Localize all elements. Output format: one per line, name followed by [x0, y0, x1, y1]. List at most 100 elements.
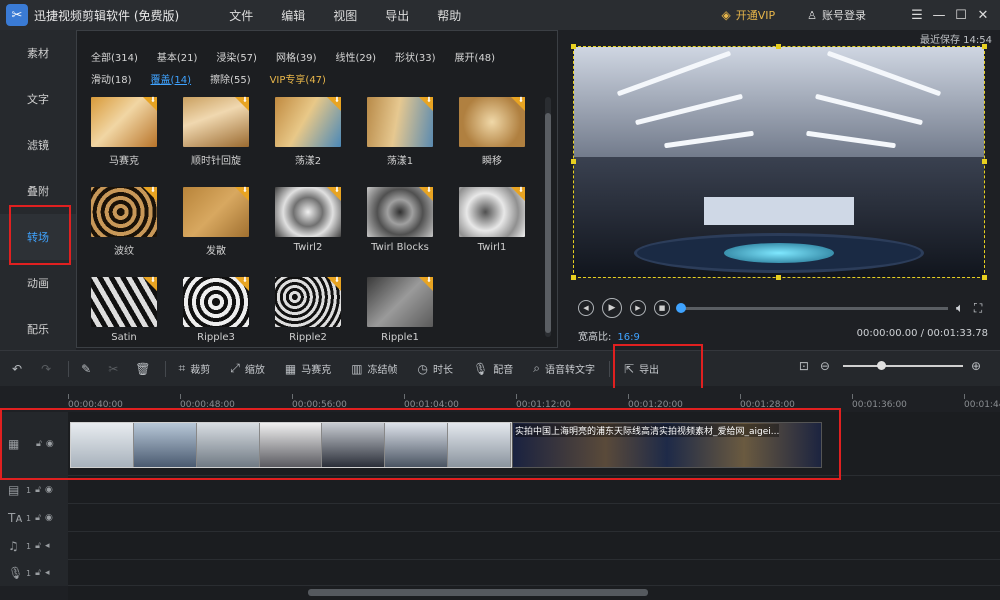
- nav-item-material[interactable]: 素材: [0, 30, 76, 76]
- menu-export[interactable]: 导出: [385, 7, 409, 24]
- zoom-out-icon[interactable]: ⊖: [820, 359, 835, 373]
- app-window: ✂ 迅捷视频剪辑软件 (免费版) 文件 编辑 视图 导出 帮助 ◈ 开通VIP …: [0, 0, 1000, 600]
- category-vip[interactable]: VIP专享(47): [270, 71, 326, 86]
- menu-file[interactable]: 文件: [229, 7, 253, 24]
- speaker-icon[interactable]: ◂: [45, 568, 50, 578]
- category-cover[interactable]: 覆盖(14): [151, 71, 192, 86]
- eye-icon[interactable]: ◉: [45, 485, 53, 495]
- playback-progress[interactable]: [676, 302, 948, 313]
- next-frame-icon[interactable]: ▶: [630, 300, 646, 316]
- tile-satin[interactable]: ⬇ Satin: [89, 276, 159, 355]
- speech-to-text-button[interactable]: ⌕ 语音转文字: [533, 361, 595, 376]
- text-track[interactable]: [68, 504, 1000, 532]
- menu-edit[interactable]: 编辑: [281, 7, 305, 24]
- category-shape[interactable]: 形状(33): [395, 49, 436, 64]
- login-button[interactable]: ♙ 账号登录: [807, 7, 866, 23]
- cut-icon[interactable]: ✂: [108, 362, 123, 376]
- timeline-scroll-thumb[interactable]: [308, 589, 648, 596]
- zoom-slider-knob[interactable]: [876, 361, 886, 370]
- tile-diverge[interactable]: ⬇ 发散: [181, 186, 251, 265]
- tile-ripple2[interactable]: ⬇ Ripple2: [273, 276, 343, 355]
- lock-icon[interactable]: 🔓︎: [35, 485, 41, 495]
- tile-twirl1[interactable]: ⬇ Twirl1: [457, 186, 527, 265]
- tile-ripple2-cn[interactable]: ⬇ 荡漾2: [273, 96, 343, 175]
- mosaic-button[interactable]: ▦ 马赛克: [285, 361, 331, 377]
- pip-track[interactable]: [68, 476, 1000, 504]
- category-grid[interactable]: 网格(39): [276, 49, 317, 64]
- cat-photo-icon: ⬇: [367, 96, 433, 147]
- menu-help[interactable]: 帮助: [437, 7, 461, 24]
- fit-icon[interactable]: ⊡: [799, 359, 814, 373]
- close-icon[interactable]: ✕: [972, 8, 994, 23]
- category-wipe[interactable]: 擦除(55): [210, 71, 251, 86]
- satin-pattern-icon: ⬇: [91, 276, 157, 327]
- zoom-in-icon[interactable]: ⊕: [971, 359, 986, 373]
- nav-item-music[interactable]: 配乐: [0, 306, 76, 352]
- play-icon[interactable]: ▶: [602, 298, 622, 318]
- category-basic[interactable]: 基本(21): [157, 49, 198, 64]
- music-track-header: ♫ 1 🔓︎ ◂: [0, 532, 68, 560]
- lock-icon[interactable]: 🔓︎: [35, 513, 41, 523]
- category-linear[interactable]: 线性(29): [335, 49, 376, 64]
- transition-scrollbar[interactable]: [545, 97, 551, 337]
- tile-twirl-blocks[interactable]: ⬇ Twirl Blocks: [365, 186, 435, 265]
- user-icon: ♙: [807, 8, 817, 22]
- duration-button[interactable]: ◷ 时长: [418, 361, 453, 377]
- nav-item-transition[interactable]: 转场: [0, 214, 76, 260]
- microphone-icon: 🎙︎: [8, 566, 24, 580]
- scrollbar-thumb[interactable]: [545, 113, 551, 333]
- lock-icon[interactable]: 🔓︎: [35, 568, 41, 578]
- category-all[interactable]: 全部(314): [91, 49, 138, 64]
- aspect-ratio[interactable]: 宽高比: 16:9: [578, 328, 640, 343]
- tile-mosaic[interactable]: ⬇ 马赛克: [89, 96, 159, 175]
- stop-icon[interactable]: ■: [654, 300, 670, 316]
- tile-twirl2[interactable]: ⬇ Twirl2: [273, 186, 343, 265]
- redo-icon[interactable]: ↷: [41, 362, 56, 376]
- category-slide[interactable]: 滑动(18): [91, 71, 132, 86]
- nav-item-filter[interactable]: 滤镜: [0, 122, 76, 168]
- zoom-button[interactable]: ⤢ 缩放: [230, 361, 265, 376]
- menu-view[interactable]: 视图: [333, 7, 357, 24]
- voice-track[interactable]: [68, 560, 1000, 586]
- timeline-scrollbar[interactable]: [68, 586, 1000, 600]
- nav-item-animation[interactable]: 动画: [0, 260, 76, 306]
- voice-track-header: 🎙︎ 1 🔓︎ ◂: [0, 560, 68, 586]
- video-clip-shanghai[interactable]: 实拍中国上海明亮的浦东天际线高清实拍视频素材_爱给网_aigei...: [512, 422, 822, 468]
- vip-button[interactable]: ◈ 开通VIP: [721, 7, 775, 23]
- progress-knob[interactable]: [676, 302, 686, 313]
- freeze-frame-button[interactable]: ▥ 冻结帧: [351, 361, 397, 377]
- volume-icon[interactable]: 🔈︎: [956, 301, 964, 316]
- category-dye[interactable]: 浸染(57): [216, 49, 257, 64]
- category-unfold[interactable]: 展开(48): [455, 49, 496, 64]
- fullscreen-icon[interactable]: ⛶: [974, 301, 982, 316]
- music-track[interactable]: [68, 532, 1000, 560]
- tile-wave[interactable]: ⬇ 波纹: [89, 186, 159, 265]
- eye-icon[interactable]: ◉: [46, 439, 54, 449]
- video-clip-office[interactable]: [70, 422, 512, 468]
- speaker-icon[interactable]: ◂: [45, 541, 50, 551]
- menu-icon[interactable]: ☰: [906, 8, 928, 23]
- eye-icon[interactable]: ◉: [45, 513, 53, 523]
- tile-ripple1-cn[interactable]: ⬇ 荡漾1: [365, 96, 435, 175]
- crop-button[interactable]: ⌗ 裁剪: [178, 361, 210, 376]
- swirl-pattern-icon: ⬇: [367, 186, 433, 237]
- tile-teleport[interactable]: ⬇ 瞬移: [457, 96, 527, 175]
- zoom-slider[interactable]: [842, 361, 963, 370]
- export-button[interactable]: ⇱ 导出: [624, 361, 659, 377]
- delete-icon[interactable]: 🗑︎: [135, 362, 155, 376]
- edit-pen-icon[interactable]: ✎: [81, 362, 96, 376]
- dub-button[interactable]: 🎙︎ 配音: [473, 361, 513, 377]
- tile-clockwise-spin[interactable]: ⬇ 顺时针回旋: [181, 96, 251, 175]
- maximize-icon[interactable]: ☐: [950, 8, 972, 23]
- video-preview[interactable]: [573, 46, 985, 278]
- minimize-icon[interactable]: —: [928, 8, 950, 23]
- prev-frame-icon[interactable]: ◀: [578, 300, 594, 316]
- nav-item-overlay[interactable]: 叠附: [0, 168, 76, 214]
- tile-ripple3[interactable]: ⬇ Ripple3: [181, 276, 251, 355]
- lock-icon[interactable]: 🔓︎: [35, 541, 41, 551]
- nav-item-text[interactable]: 文字: [0, 76, 76, 122]
- lock-icon[interactable]: 🔓︎: [36, 439, 42, 449]
- timeline-ruler[interactable]: 00:00:40:00 00:00:48:00 00:00:56:00 00:0…: [0, 388, 1000, 412]
- tile-ripple1[interactable]: ⬇ Ripple1: [365, 276, 435, 355]
- undo-icon[interactable]: ↶: [12, 362, 27, 376]
